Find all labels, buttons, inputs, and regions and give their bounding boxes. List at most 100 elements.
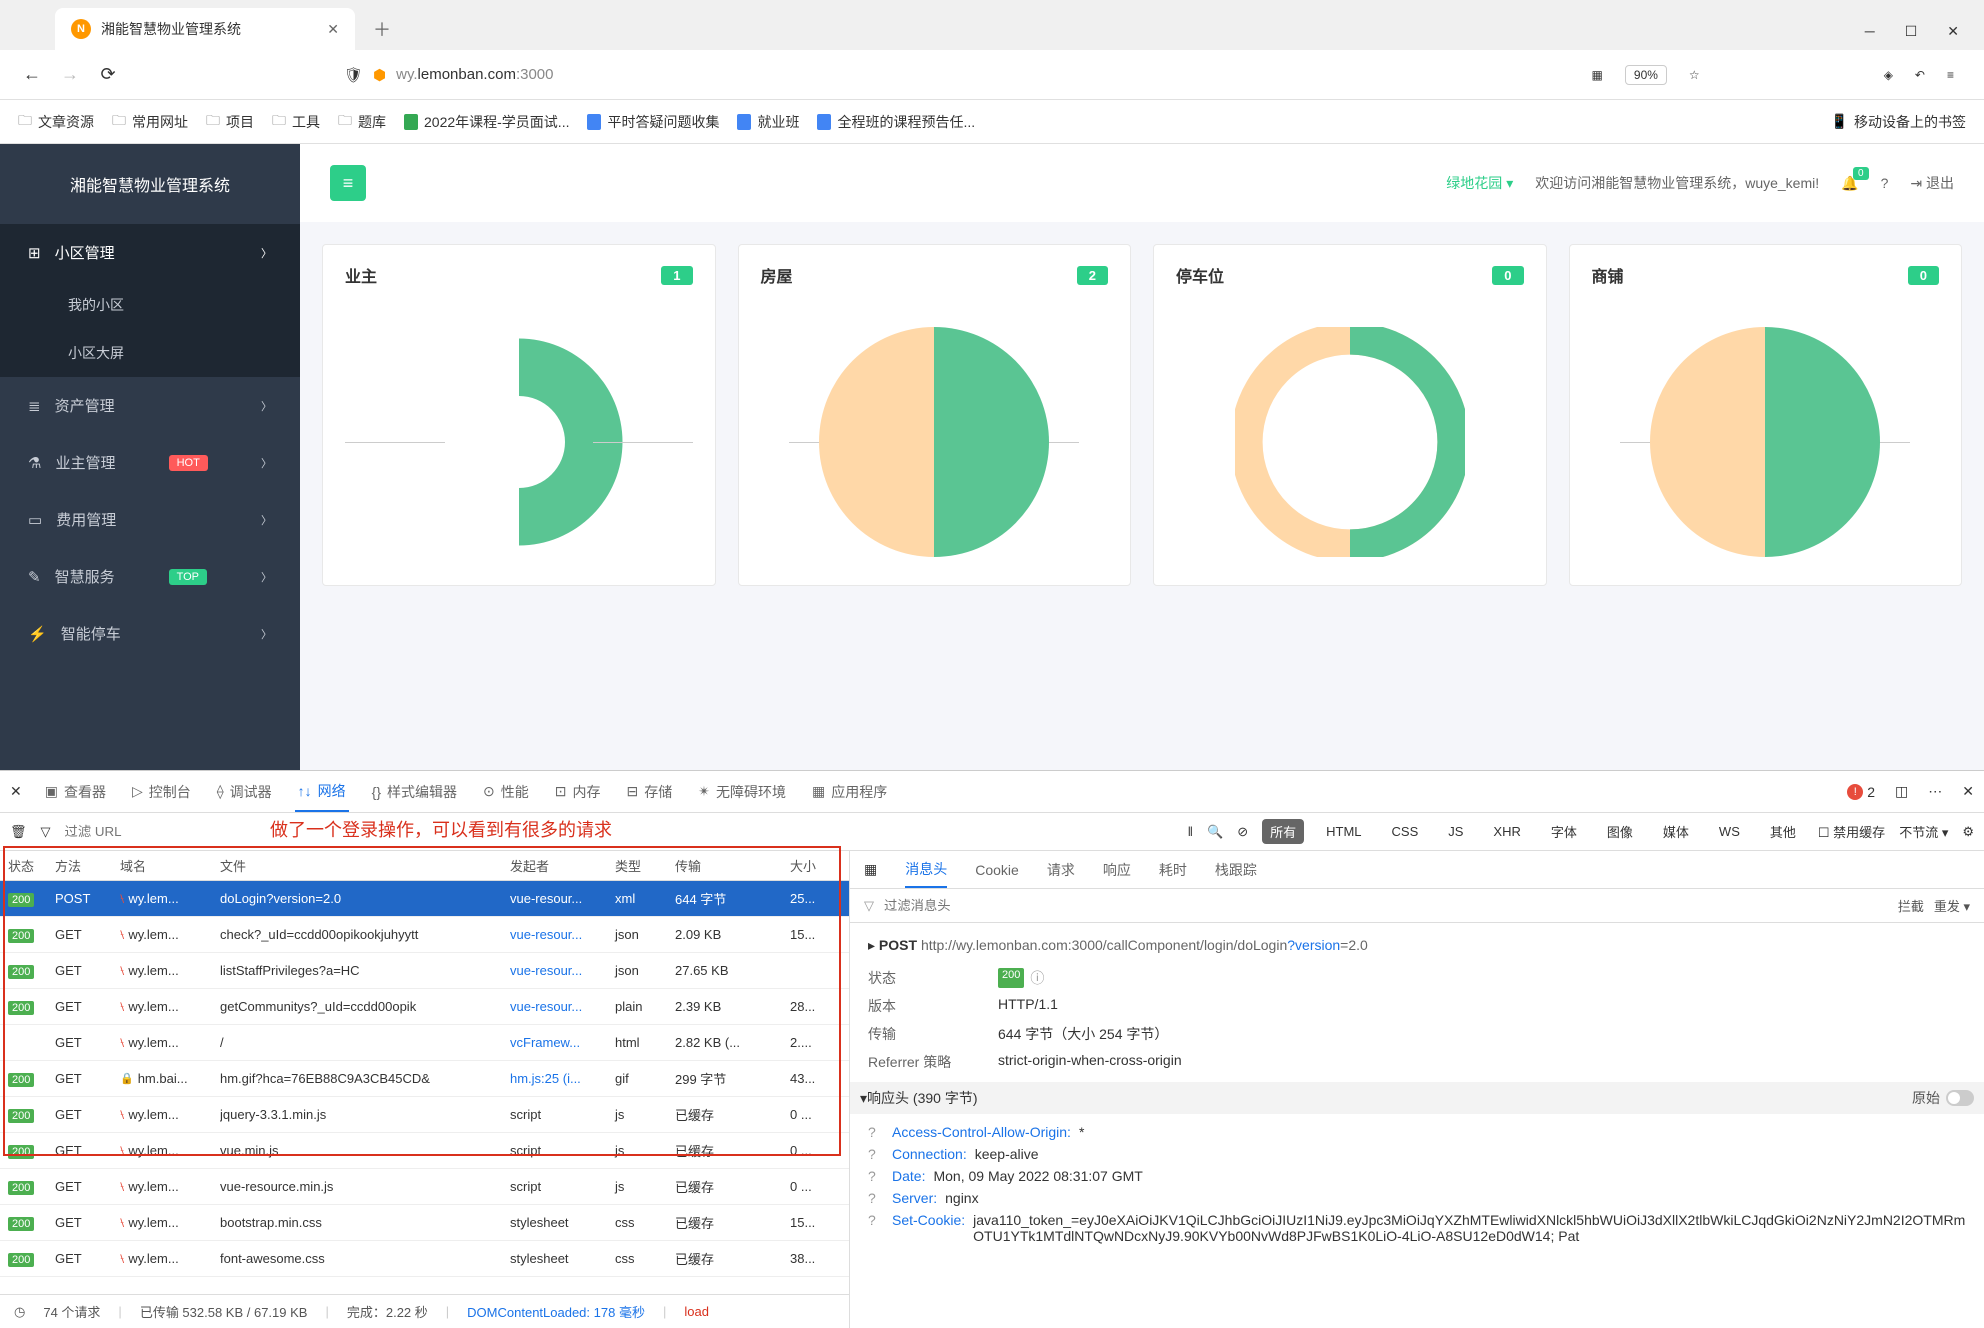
tab-storage[interactable]: ⊟ 存储 — [624, 771, 676, 812]
filter-xhr[interactable]: XHR — [1485, 821, 1528, 842]
filter-html[interactable]: HTML — [1318, 821, 1369, 842]
sidebar-item-community[interactable]: ⊞小区管理〉 — [0, 224, 300, 281]
tab-style-editor[interactable]: {} 样式编辑器 — [369, 771, 460, 812]
window-close-icon[interactable]: ✕ — [1947, 23, 1959, 40]
col-type[interactable]: 类型 — [615, 856, 675, 875]
tab-memory[interactable]: ⊡ 内存 — [552, 771, 604, 812]
filter-img[interactable]: 图像 — [1599, 819, 1641, 844]
pause-icon[interactable]: ‖ — [1188, 824, 1193, 839]
sidebar-subitem-screen[interactable]: 小区大屏 — [0, 329, 300, 377]
bookmark-item[interactable]: 🗀题库 — [338, 110, 386, 134]
close-panel-icon[interactable]: ✕ — [1962, 783, 1974, 800]
tab-cookie[interactable]: Cookie — [975, 851, 1019, 888]
forward-button[interactable]: → — [58, 64, 82, 85]
logout-button[interactable]: ⇥ 退出 — [1910, 173, 1954, 193]
reload-button[interactable]: ⟳ — [96, 64, 120, 85]
block-icon[interactable]: ⊘ — [1237, 824, 1248, 840]
resend-button[interactable]: 重发 ▾ — [1934, 896, 1970, 915]
filter-media[interactable]: 媒体 — [1655, 819, 1697, 844]
filter-headers-input[interactable] — [884, 898, 1061, 913]
col-initiator[interactable]: 发起者 — [510, 856, 615, 875]
sidebar-item-owner[interactable]: ⚗业主管理HOT〉 — [0, 434, 300, 491]
request-row[interactable]: 200GET⧷ wy.lem...font-awesome.cssstylesh… — [0, 1241, 849, 1277]
bookmark-item[interactable]: 就业班 — [737, 112, 799, 132]
tab-console[interactable]: ▷ 控制台 — [129, 771, 194, 812]
request-row[interactable]: GET⧷ wy.lem.../vcFramew...html2.82 KB (.… — [0, 1025, 849, 1061]
filter-js[interactable]: JS — [1440, 821, 1471, 842]
tab-inspector[interactable]: ▣ 查看器 — [42, 771, 109, 812]
sidebar-subitem-my-community[interactable]: 我的小区 — [0, 281, 300, 329]
tab-accessibility[interactable]: ✴ 无障碍环境 — [695, 771, 789, 812]
bookmark-item[interactable]: 🗀项目 — [206, 110, 254, 134]
request-row[interactable]: 200GET⧷ wy.lem...jquery-3.3.1.min.jsscri… — [0, 1097, 849, 1133]
raw-toggle[interactable] — [1946, 1090, 1974, 1106]
request-row[interactable]: 200GET⧷ wy.lem...bootstrap.min.cssstyles… — [0, 1205, 849, 1241]
new-tab-button[interactable]: ＋ — [365, 8, 399, 50]
filter-font[interactable]: 字体 — [1543, 819, 1585, 844]
sidebar-item-parking[interactable]: ⚡智能停车〉 — [0, 605, 300, 662]
tab-debugger[interactable]: ⟠ 调试器 — [214, 771, 275, 812]
request-row[interactable]: 200GET⧷ wy.lem...check?_uId=ccdd00opikoo… — [0, 917, 849, 953]
detail-back-icon[interactable]: ▦ — [864, 861, 877, 878]
browser-tab[interactable]: N 湘能智慧物业管理系统 ✕ — [55, 8, 355, 50]
bookmark-star-icon[interactable]: ☆ — [1689, 68, 1700, 82]
col-file[interactable]: 文件 — [220, 856, 510, 875]
url-input[interactable]: 🛡 ⬢ wy.wy.lemonban.comlemonban.com:3000 — [334, 66, 1578, 84]
tab-timing[interactable]: 耗时 — [1159, 851, 1187, 888]
bell-icon[interactable]: 🔔0 — [1841, 175, 1858, 192]
trash-icon[interactable]: 🗑 — [10, 824, 27, 840]
bookmark-item[interactable]: 🗀文章资源 — [18, 110, 94, 134]
bookmark-item[interactable]: 🗀工具 — [272, 110, 320, 134]
tab-application[interactable]: ▦ 应用程序 — [809, 771, 890, 812]
bookmark-item[interactable]: 全程班的课程预告任... — [817, 112, 975, 132]
col-method[interactable]: 方法 — [55, 856, 120, 875]
request-row[interactable]: 200GET🔒 hm.bai...hm.gif?hca=76EB88C9A3CB… — [0, 1061, 849, 1097]
back-button[interactable]: ← — [20, 64, 44, 85]
community-selector[interactable]: 绿地花园 ▾ — [1446, 173, 1513, 193]
filter-all[interactable]: 所有 — [1262, 819, 1304, 844]
more-icon[interactable]: ⋯ — [1928, 783, 1942, 800]
undo-icon[interactable]: ↶ — [1915, 68, 1925, 82]
col-domain[interactable]: 域名 — [120, 856, 220, 875]
hamburger-button[interactable]: ≡ — [330, 165, 366, 201]
sidebar-item-service[interactable]: ✎智慧服务TOP〉 — [0, 548, 300, 605]
col-status[interactable]: 状态 — [0, 856, 55, 875]
error-count[interactable]: 2 — [1867, 784, 1875, 800]
tab-performance[interactable]: ⊙ 性能 — [480, 771, 532, 812]
close-devtools-icon[interactable]: ✕ — [10, 783, 22, 800]
extension-icon[interactable]: ◈ — [1884, 68, 1893, 82]
filter-url-input[interactable] — [65, 824, 185, 839]
disable-cache-checkbox[interactable]: ☐ 禁用缓存 — [1818, 822, 1885, 841]
col-size[interactable]: 大小 — [790, 856, 840, 875]
tab-response[interactable]: 响应 — [1103, 851, 1131, 888]
request-row[interactable]: 200GET⧷ wy.lem...vue-resource.min.jsscri… — [0, 1169, 849, 1205]
tab-network[interactable]: ↑↓ 网络 — [295, 771, 349, 812]
search-icon[interactable]: 🔍 — [1207, 824, 1223, 840]
throttle-select[interactable]: 不节流 ▾ — [1899, 822, 1948, 841]
bookmark-item[interactable]: 平时答疑问题收集 — [587, 112, 719, 132]
help-icon[interactable]: ? — [1881, 175, 1889, 191]
qr-icon[interactable]: ▦ — [1592, 68, 1603, 82]
info-icon[interactable]: ⓘ — [1030, 968, 1044, 988]
minimize-icon[interactable]: ─ — [1865, 23, 1875, 40]
tab-stacktrace[interactable]: 栈跟踪 — [1215, 851, 1257, 888]
sidebar-item-asset[interactable]: ≣资产管理〉 — [0, 377, 300, 434]
request-row[interactable]: 200GET⧷ wy.lem...vue.min.jsscriptjs已缓存0 … — [0, 1133, 849, 1169]
request-row[interactable]: 200POST⧷ wy.lem...doLogin?version=2.0vue… — [0, 881, 849, 917]
sidebar-item-fee[interactable]: ▭费用管理〉 — [0, 491, 300, 548]
tab-headers[interactable]: 消息头 — [905, 851, 947, 888]
dock-icon[interactable]: ◫ — [1895, 783, 1908, 800]
request-row[interactable]: 200GET⧷ wy.lem...getCommunitys?_uId=ccdd… — [0, 989, 849, 1025]
close-icon[interactable]: ✕ — [327, 21, 339, 38]
request-row[interactable]: 200GET⧷ wy.lem...listStaffPrivileges?a=H… — [0, 953, 849, 989]
settings-icon[interactable]: ⚙ — [1962, 824, 1974, 840]
menu-icon[interactable]: ≡ — [1947, 68, 1954, 82]
col-transfer[interactable]: 传输 — [675, 856, 790, 875]
filter-other[interactable]: 其他 — [1762, 819, 1804, 844]
bookmark-item[interactable]: 🗀常用网址 — [112, 110, 188, 134]
zoom-level[interactable]: 90% — [1625, 65, 1667, 85]
bookmark-item[interactable]: 📱移动设备上的书签 — [1831, 112, 1966, 132]
block-button[interactable]: 拦截 — [1898, 896, 1924, 915]
filter-css[interactable]: CSS — [1384, 821, 1427, 842]
maximize-icon[interactable]: ☐ — [1905, 23, 1918, 40]
